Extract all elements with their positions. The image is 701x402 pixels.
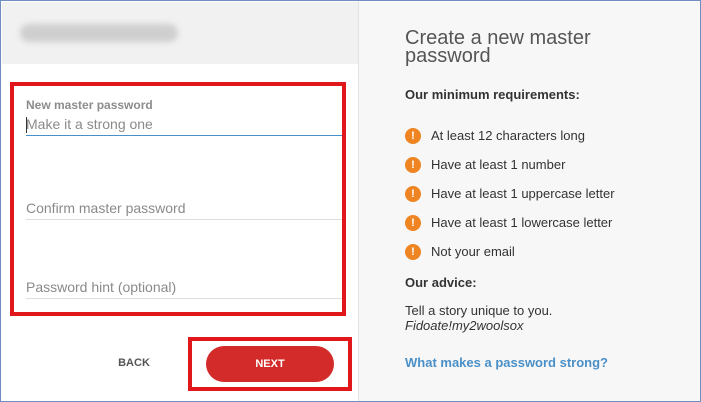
- blurred-account-email: [20, 24, 178, 42]
- password-strength-link[interactable]: What makes a password strong?: [405, 355, 608, 371]
- advice-heading: Our advice:: [405, 275, 477, 290]
- next-button-highlight: NEXT: [188, 337, 352, 391]
- warning-icon: !: [405, 156, 421, 173]
- password-form-panel: New master password BACK NEXT: [2, 2, 358, 401]
- advice-text: Tell a story unique to you.: [405, 303, 553, 318]
- next-button[interactable]: NEXT: [206, 346, 334, 382]
- requirements-heading: Our minimum requirements:: [405, 87, 580, 102]
- account-header: [2, 2, 358, 64]
- back-button[interactable]: BACK: [106, 353, 162, 373]
- dialog-window: New master password BACK NEXT Create a n…: [0, 0, 701, 402]
- requirement-item: ! Not your email: [405, 237, 615, 266]
- warning-icon: !: [405, 127, 421, 144]
- requirement-text: At least 12 characters long: [431, 128, 585, 143]
- advice-example: Fidoate!my2woolsox: [405, 318, 524, 333]
- advice-block: Tell a story unique to you. Fidoate!my2w…: [405, 303, 552, 333]
- warning-icon: !: [405, 185, 421, 202]
- text-caret: [26, 117, 27, 133]
- requirement-text: Not your email: [431, 244, 515, 259]
- password-hint-input[interactable]: [26, 275, 342, 299]
- requirement-item: ! Have at least 1 lowercase letter: [405, 208, 615, 237]
- requirement-item: ! At least 12 characters long: [405, 121, 615, 150]
- requirement-text: Have at least 1 lowercase letter: [431, 215, 613, 230]
- requirement-item: ! Have at least 1 number: [405, 150, 615, 179]
- requirement-text: Have at least 1 uppercase letter: [431, 186, 615, 201]
- password-fields-highlight: New master password: [10, 82, 346, 316]
- new-password-label: New master password: [26, 98, 153, 112]
- requirement-item: ! Have at least 1 uppercase letter: [405, 179, 615, 208]
- password-hint-field-group: [26, 275, 342, 299]
- confirm-password-field-group: [26, 196, 342, 220]
- new-password-input[interactable]: [26, 112, 342, 136]
- requirements-panel: Create a new master password Our minimum…: [359, 2, 700, 401]
- new-password-field-group: New master password: [26, 98, 342, 136]
- warning-icon: !: [405, 243, 421, 260]
- requirements-list: ! At least 12 characters long ! Have at …: [405, 121, 615, 266]
- page-title: Create a new master password: [405, 27, 591, 67]
- warning-icon: !: [405, 214, 421, 231]
- requirement-text: Have at least 1 number: [431, 157, 566, 172]
- confirm-password-input[interactable]: [26, 196, 342, 220]
